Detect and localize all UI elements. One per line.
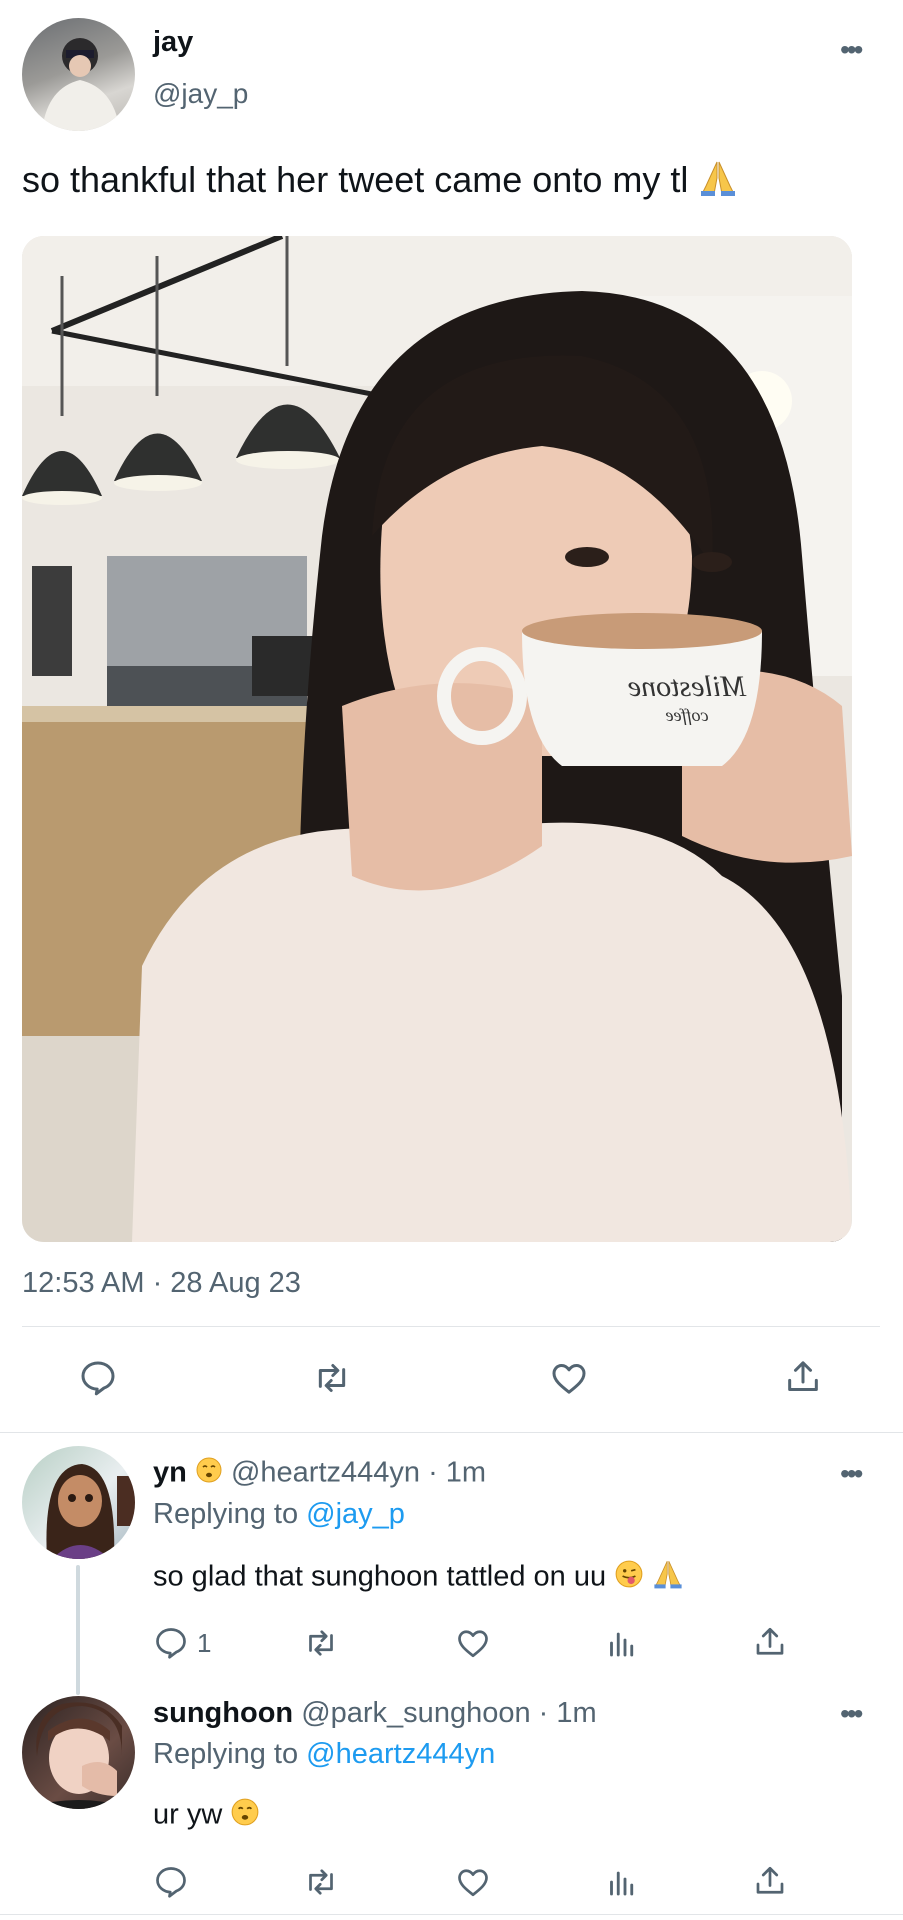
reply-avatar[interactable] [22, 1696, 135, 1809]
thread-line [76, 1565, 80, 1695]
avatar-doll-illustration [46, 1464, 135, 1559]
tweet-text-row: so thankful that her tweet came onto my … [22, 158, 738, 207]
replying-to-label: Replying to [153, 1498, 299, 1530]
divider [0, 1432, 903, 1433]
reply-text: so glad that sunghoon tattled on uu [153, 1560, 607, 1593]
reply-icon[interactable] [153, 1625, 189, 1661]
retweet-icon[interactable] [302, 1625, 340, 1661]
pray-emoji [698, 158, 738, 207]
reply-icon[interactable] [153, 1864, 189, 1900]
reply-header: yn @heartz444yn · 1m [153, 1456, 486, 1492]
divider [22, 1326, 880, 1327]
author-name[interactable]: jay [153, 26, 193, 59]
tweet-timestamp[interactable]: 12:53 AM · 28 Aug 23 [22, 1267, 301, 1300]
like-icon[interactable] [454, 1625, 492, 1661]
avatar-selfie-illustration [22, 1702, 135, 1809]
like-icon[interactable] [454, 1864, 492, 1900]
reply-header: sunghoon @park_sunghoon · 1m [153, 1697, 597, 1730]
reply-icon[interactable] [78, 1358, 118, 1398]
replying-to-link[interactable]: @jay_p [306, 1498, 405, 1530]
author-handle[interactable]: @jay_p [153, 78, 248, 110]
cafe-photo-illustration: Milestone coffee [22, 236, 852, 1242]
share-icon[interactable] [783, 1356, 823, 1398]
replying-to-row: Replying to @heartz444yn [153, 1738, 495, 1771]
reply-text: ur yw [153, 1798, 223, 1831]
svg-text:Milestone: Milestone [628, 670, 747, 703]
views-icon[interactable] [604, 1864, 640, 1900]
svg-text:coffee: coffee [666, 705, 709, 725]
avatar-person-illustration [42, 38, 120, 131]
pray-emoji [652, 1558, 684, 1598]
tweet-photo[interactable]: Milestone coffee [22, 236, 852, 1242]
more-icon[interactable]: ••• [840, 1460, 863, 1488]
replying-to-row: Replying to @jay_p [153, 1498, 405, 1531]
smile-emoji [230, 1797, 260, 1835]
divider [0, 1914, 903, 1915]
retweet-icon[interactable] [311, 1358, 353, 1398]
reply-text-row: ur yw [153, 1797, 260, 1835]
like-icon[interactable] [548, 1358, 590, 1398]
reply-handle-time[interactable]: @heartz444yn · 1m [231, 1457, 486, 1489]
reply-count: 1 [197, 1628, 212, 1658]
views-icon[interactable] [604, 1625, 640, 1661]
share-icon[interactable] [752, 1862, 788, 1900]
smile-emoji [195, 1456, 223, 1492]
tweet-text: so thankful that her tweet came onto my … [22, 159, 689, 201]
reply-avatar[interactable] [22, 1446, 135, 1559]
reply-handle-time[interactable]: @park_sunghoon · 1m [301, 1697, 596, 1729]
more-icon[interactable]: ••• [840, 1700, 863, 1728]
share-icon[interactable] [752, 1623, 788, 1661]
reply-author-name[interactable]: sunghoon [153, 1697, 293, 1729]
reply-author-name[interactable]: yn [153, 1457, 187, 1489]
tongue-emoji [614, 1559, 644, 1597]
replying-to-label: Replying to [153, 1738, 299, 1770]
replying-to-link[interactable]: @heartz444yn [306, 1738, 495, 1770]
retweet-icon[interactable] [302, 1864, 340, 1900]
reply-text-row: so glad that sunghoon tattled on uu [153, 1558, 684, 1598]
author-avatar[interactable] [22, 18, 135, 131]
more-icon[interactable]: ••• [840, 36, 863, 64]
